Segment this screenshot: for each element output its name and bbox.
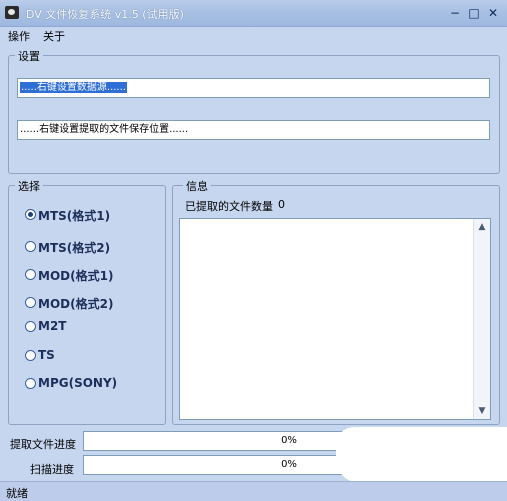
select-group-label: 选择: [15, 178, 43, 194]
radio-button[interactable]: [25, 241, 36, 252]
radio-button[interactable]: [25, 378, 36, 389]
maximize-button[interactable]: □: [465, 4, 483, 22]
format-option-label: MOD(格式2): [38, 297, 114, 311]
format-option-label: MTS(格式2): [38, 241, 111, 255]
radio-button[interactable]: [25, 350, 36, 361]
extracted-count-value: 0: [278, 198, 285, 211]
settings-group-label: 设置: [15, 48, 43, 64]
format-option-label: MTS(格式1): [38, 209, 111, 223]
radio-button[interactable]: [25, 269, 36, 280]
scroll-down-icon[interactable]: ▼: [474, 403, 490, 419]
close-button[interactable]: ✕: [484, 4, 502, 22]
menu-operate[interactable]: 操作: [8, 28, 30, 44]
save-location-field-text: ......右键设置提取的文件保存位置......: [20, 124, 189, 135]
source-field-text: .....右键设置数据源......: [20, 82, 127, 93]
menu-about[interactable]: 关于: [43, 28, 65, 44]
format-option-label: TS: [38, 348, 55, 362]
menu-bar: 操作 关于: [0, 26, 507, 44]
info-group-label: 信息: [183, 178, 211, 194]
title-bar[interactable]: DV 文件恢复系统 v1.5 (试用版) − □ ✕: [0, 0, 507, 27]
settings-group: 设置: [8, 48, 500, 174]
radio-button[interactable]: [25, 297, 36, 308]
format-option-label: M2T: [38, 319, 67, 333]
app-window: DV 文件恢复系统 v1.5 (试用版) − □ ✕ 操作 关于 设置 ....…: [0, 0, 507, 501]
info-log-list[interactable]: ▲ ▼: [179, 218, 491, 420]
format-option-label: MOD(格式1): [38, 269, 114, 283]
minimize-button[interactable]: −: [446, 4, 464, 22]
scan-progress-label: 扫描进度: [30, 463, 74, 476]
scroll-up-icon[interactable]: ▲: [474, 219, 490, 235]
redacted-area: [336, 427, 507, 483]
extract-progress-label: 提取文件进度: [10, 438, 76, 451]
format-option-label: MPG(SONY): [38, 376, 118, 390]
save-location-field[interactable]: ......右键设置提取的文件保存位置......: [17, 120, 490, 140]
source-field[interactable]: .....右键设置数据源......: [17, 78, 490, 98]
extracted-count-label: 已提取的文件数量: [185, 200, 273, 213]
status-bar: 就绪: [0, 481, 507, 501]
dv-app-icon: [5, 6, 19, 19]
status-text: 就绪: [6, 487, 28, 500]
radio-button[interactable]: [25, 209, 36, 220]
window-title: DV 文件恢复系统 v1.5 (试用版): [26, 8, 184, 21]
radio-button[interactable]: [25, 321, 36, 332]
vertical-scrollbar[interactable]: ▲ ▼: [473, 219, 490, 419]
